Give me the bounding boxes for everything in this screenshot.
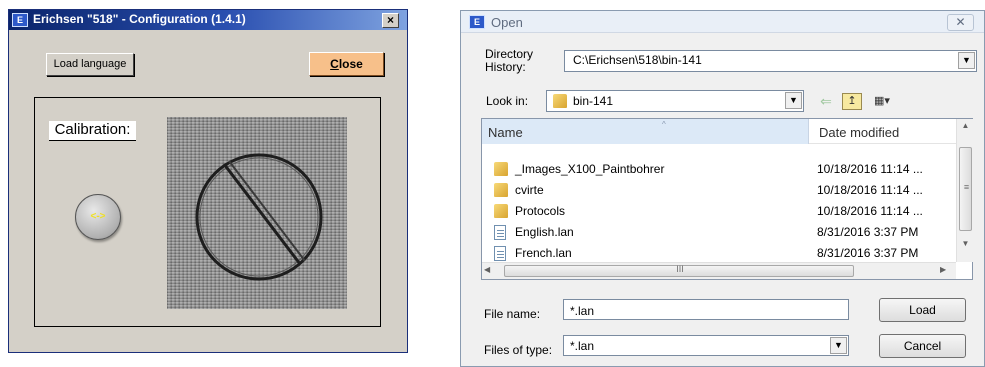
files-of-type-label: Files of type:	[484, 343, 553, 357]
column-header-date-modified[interactable]: Date modified	[819, 125, 899, 140]
file-date: 8/31/2016 3:37 PM	[817, 246, 919, 260]
open-file-dialog: E Open ✕ Directory History: C:\Erichsen\…	[460, 10, 985, 367]
files-of-type-combo[interactable]: *.lan ▼	[563, 335, 849, 356]
close-label: lose	[338, 57, 363, 71]
document-icon	[494, 246, 506, 261]
sort-ascending-icon: ^	[662, 120, 666, 129]
file-row[interactable]: cvirte 10/18/2016 11:14 ...	[482, 180, 956, 201]
file-date: 10/18/2016 11:14 ...	[817, 183, 923, 197]
vertical-scrollbar[interactable]: ▲ ≡ ▼	[956, 119, 973, 262]
up-folder-icon[interactable]: ↥	[842, 93, 862, 110]
grip-icon: ≡	[963, 182, 970, 192]
file-name: Protocols	[515, 204, 566, 218]
file-date: 8/31/2016 3:37 PM	[817, 225, 919, 239]
prohibited-sign-icon	[195, 153, 323, 281]
scroll-right-icon[interactable]: ▶	[940, 265, 946, 274]
chevron-down-icon[interactable]: ▼	[785, 92, 802, 109]
config-title-bar[interactable]: E Erichsen "518" - Configuration (1.4.1)…	[9, 10, 407, 30]
cancel-button[interactable]: Cancel	[879, 334, 966, 358]
file-name: French.lan	[515, 246, 572, 260]
chevron-down-icon[interactable]: ▼	[830, 337, 847, 354]
grip-icon: III	[676, 264, 684, 274]
open-dialog-title: Open	[491, 15, 523, 30]
folder-icon	[494, 183, 508, 197]
scroll-up-icon[interactable]: ▲	[957, 121, 974, 135]
file-date: 10/18/2016 11:14 ...	[817, 204, 923, 218]
back-arrow-icon[interactable]: ⇐	[817, 93, 835, 109]
column-header-name-label: Name	[488, 125, 523, 140]
file-name: _Images_X100_Paintbohrer	[515, 162, 665, 176]
file-row[interactable]: Protocols 10/18/2016 11:14 ...	[482, 201, 956, 222]
scroll-left-icon[interactable]: ◀	[484, 265, 490, 274]
document-icon	[494, 225, 506, 240]
folder-icon	[494, 162, 508, 176]
file-name-input[interactable]	[563, 299, 849, 320]
horizontal-scrollbar[interactable]: ◀ III ▶	[482, 262, 956, 279]
app-logo-icon: E	[469, 15, 485, 29]
open-dialog-title-bar[interactable]: E Open ✕	[461, 11, 984, 33]
config-close-icon[interactable]: ×	[382, 13, 399, 28]
calibration-toggle-button[interactable]: <->	[75, 194, 121, 240]
directory-history-combo[interactable]: C:\Erichsen\518\bin-141 ▼	[564, 50, 977, 72]
vertical-scroll-thumb[interactable]: ≡	[959, 147, 972, 231]
file-list-header: Name ^ Date modified	[482, 119, 956, 144]
app-logo-icon: E	[12, 13, 28, 27]
look-in-label: Look in:	[486, 94, 529, 108]
folder-icon	[494, 204, 508, 218]
config-window-title: Erichsen "518" - Configuration (1.4.1)	[33, 12, 246, 26]
look-in-combo[interactable]: bin-141 ▼	[546, 90, 804, 112]
file-row[interactable]: French.lan 8/31/2016 3:37 PM	[482, 243, 956, 264]
scroll-down-icon[interactable]: ▼	[957, 239, 974, 253]
directory-history-label: Directory History:	[485, 48, 533, 74]
calibration-panel: Calibration: <->	[34, 97, 381, 327]
chevron-down-icon[interactable]: ▼	[958, 52, 975, 69]
load-button[interactable]: Load	[879, 298, 966, 322]
directory-history-value: C:\Erichsen\518\bin-141	[573, 53, 702, 67]
calibration-label: Calibration:	[49, 121, 136, 141]
horizontal-scroll-thumb[interactable]: III	[504, 264, 854, 277]
load-language-button[interactable]: Load language	[46, 53, 134, 76]
look-in-value: bin-141	[573, 94, 614, 108]
folder-icon	[553, 94, 567, 108]
file-name: cvirte	[515, 183, 544, 197]
calibration-image	[167, 117, 347, 309]
file-name: English.lan	[515, 225, 574, 239]
file-name-label: File name:	[484, 307, 541, 321]
directory-history-label-line2: History:	[485, 60, 526, 74]
column-header-name[interactable]: Name ^	[482, 119, 809, 144]
view-menu-icon[interactable]: ▦▾	[869, 93, 895, 109]
file-row[interactable]: _Images_X100_Paintbohrer 10/18/2016 11:1…	[482, 159, 956, 180]
file-date: 10/18/2016 11:14 ...	[817, 162, 923, 176]
files-of-type-value: *.lan	[570, 339, 595, 353]
close-button[interactable]: Close	[309, 52, 384, 76]
close-accelerator: C	[330, 57, 339, 71]
file-row[interactable]: English.lan 8/31/2016 3:37 PM	[482, 222, 956, 243]
configuration-window: E Erichsen "518" - Configuration (1.4.1)…	[8, 9, 408, 353]
open-dialog-close-icon[interactable]: ✕	[947, 14, 974, 31]
file-list[interactable]: Name ^ Date modified _Images_X100_Paintb…	[481, 118, 973, 280]
